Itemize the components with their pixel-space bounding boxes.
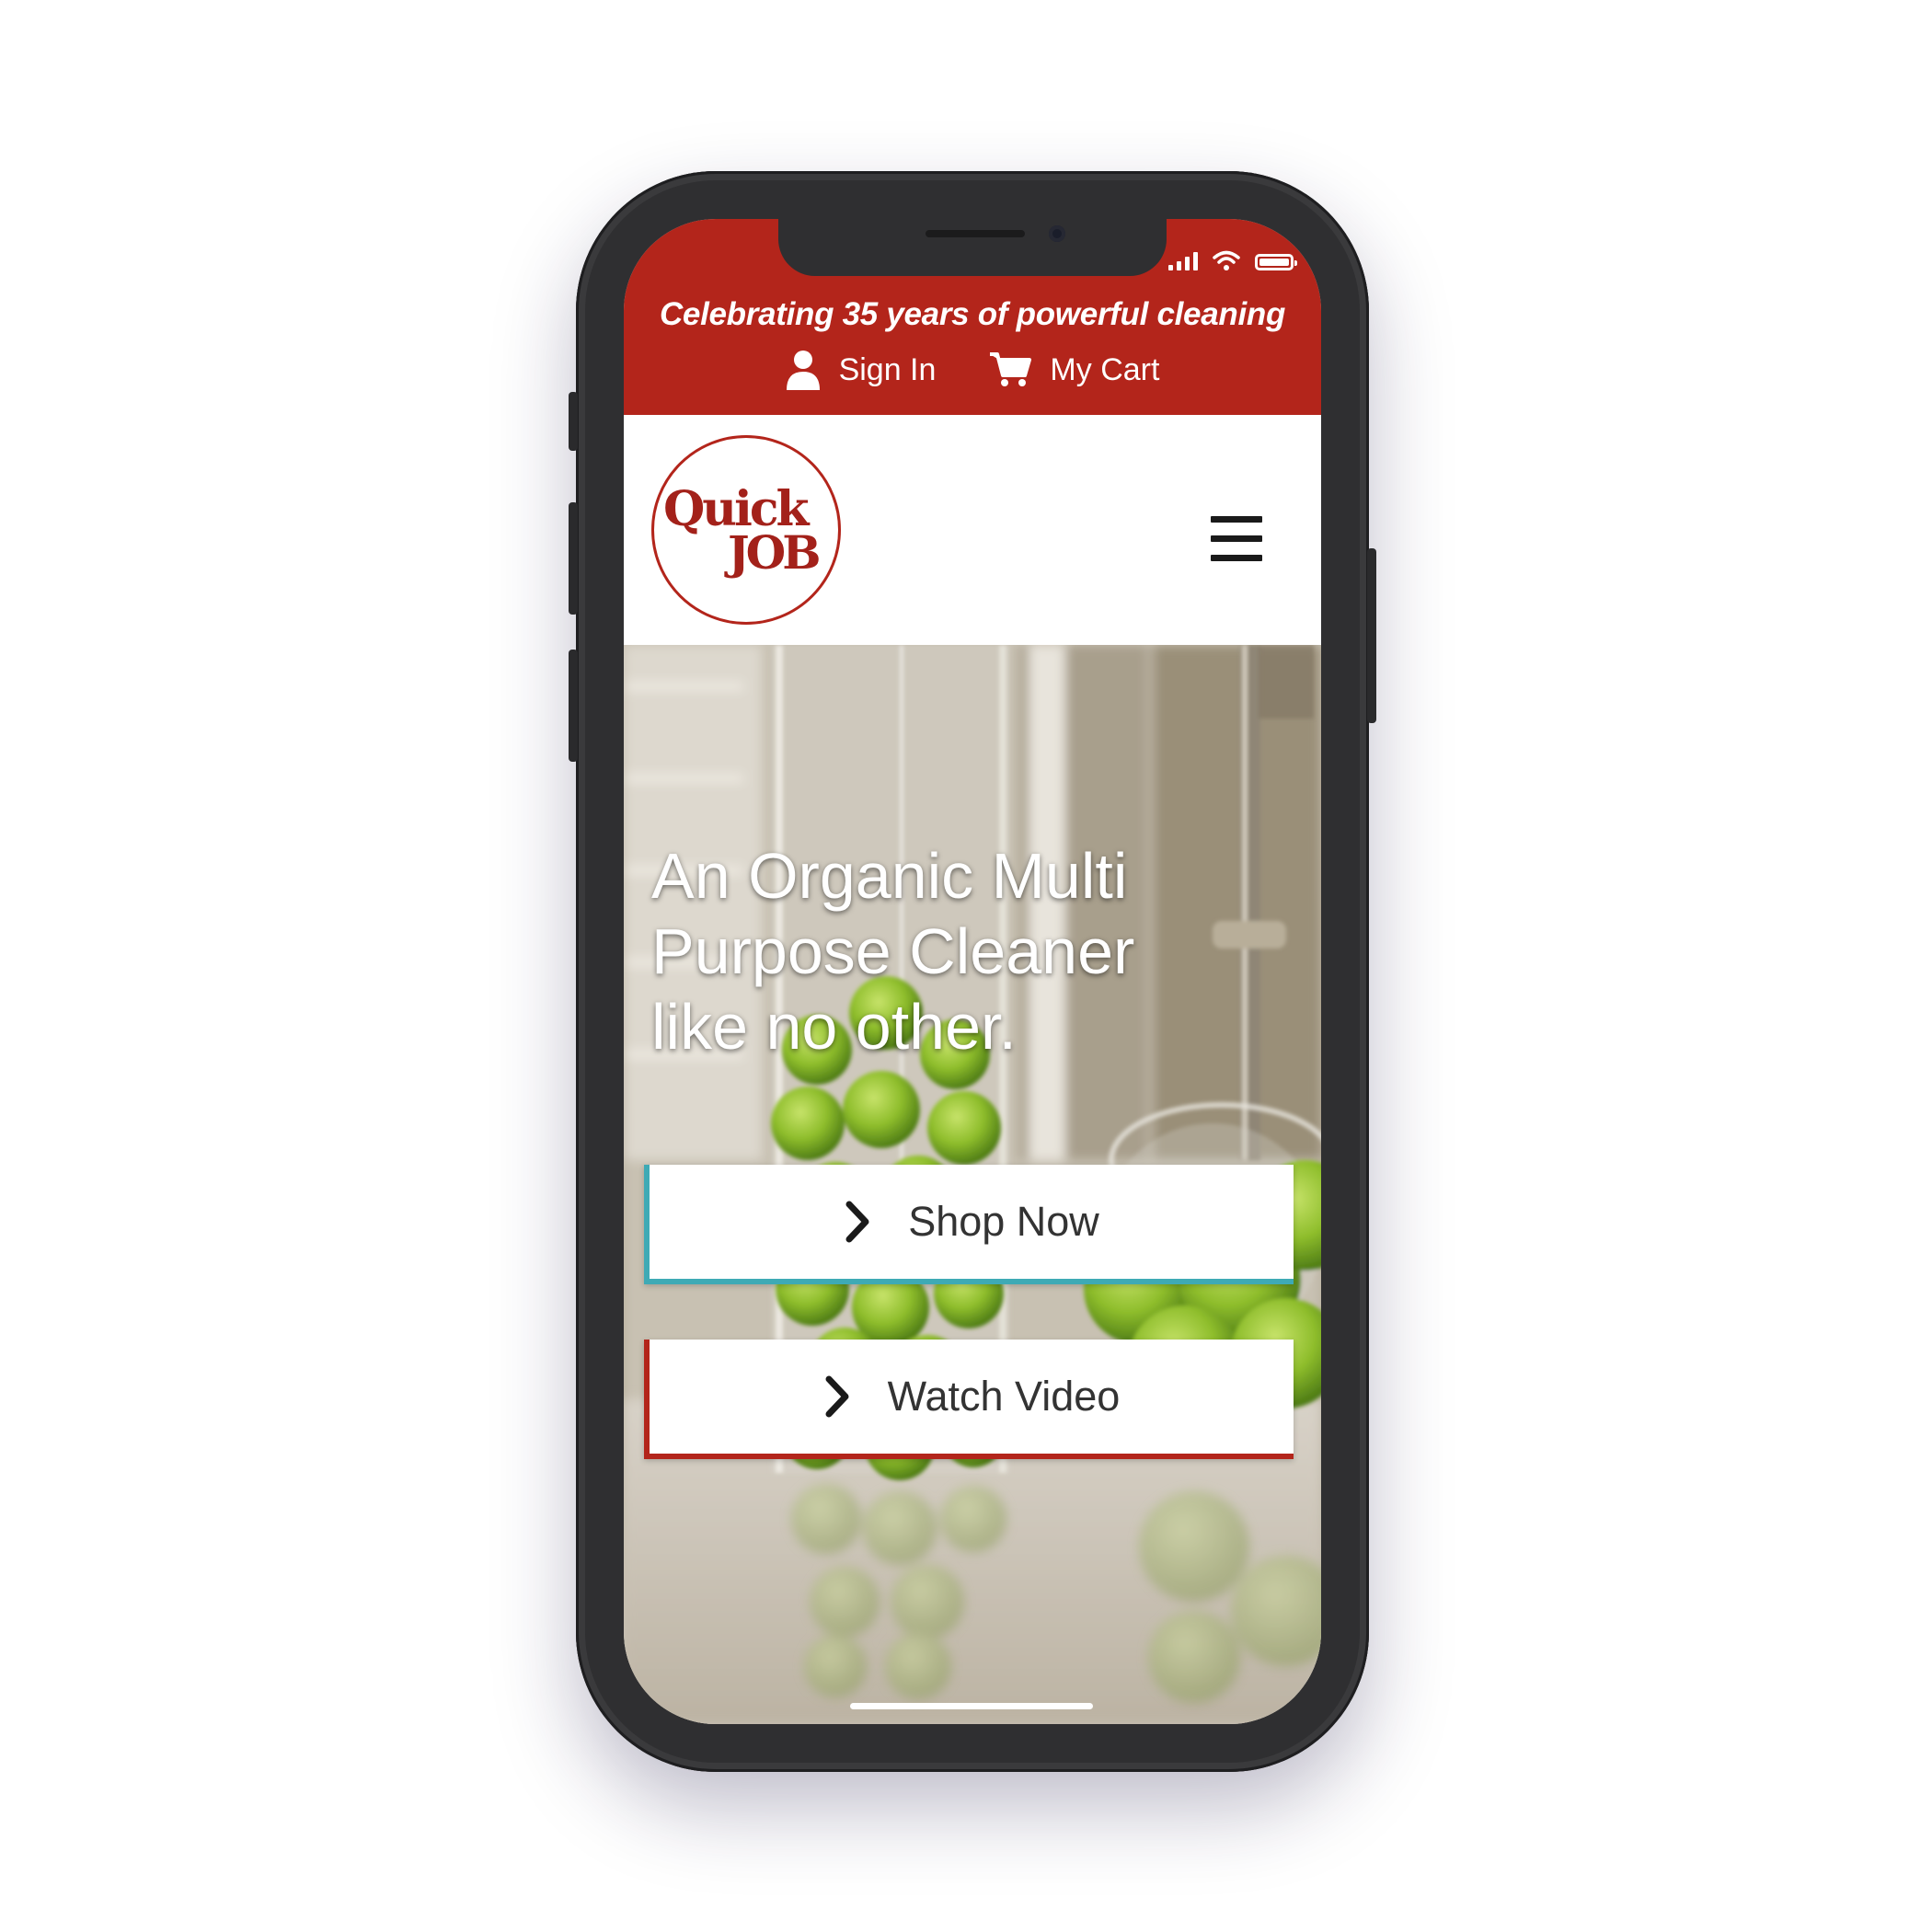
quickjob-logo[interactable]: Quick JOB [651, 435, 841, 625]
hero-section: An Organic Multi Purpose Cleaner like no… [624, 645, 1321, 1724]
speaker-grille [926, 230, 1025, 237]
chevron-right-icon [825, 1375, 849, 1418]
sign-in-link[interactable]: Sign In [786, 350, 937, 390]
phone-screen: Celebrating 35 years of powerful cleanin… [624, 219, 1321, 1724]
account-links: Sign In My Cart [624, 350, 1321, 390]
user-icon [786, 351, 820, 390]
cart-icon [990, 352, 1032, 386]
battery-icon [1255, 254, 1297, 270]
power-button [1367, 548, 1376, 723]
signal-icon [1168, 252, 1198, 270]
home-indicator[interactable] [850, 1703, 1093, 1709]
watch-video-button[interactable]: Watch Video [644, 1340, 1294, 1459]
front-camera [1049, 225, 1065, 242]
shop-now-label: Shop Now [908, 1198, 1099, 1245]
notch [778, 219, 1167, 276]
hamburger-icon[interactable] [1211, 516, 1262, 562]
site-header: Quick JOB [624, 415, 1321, 645]
sign-in-label: Sign In [838, 351, 937, 387]
volume-up-button [569, 502, 578, 615]
shop-now-button[interactable]: Shop Now [644, 1165, 1294, 1284]
tagline: Celebrating 35 years of powerful cleanin… [659, 296, 1286, 332]
my-cart-label: My Cart [1050, 351, 1160, 387]
chevron-right-icon [845, 1201, 869, 1243]
watch-video-label: Watch Video [887, 1373, 1121, 1420]
hero-headline: An Organic Multi Purpose Cleaner like no… [651, 840, 1135, 1063]
wifi-icon [1213, 250, 1240, 270]
logo-text-job: JOB [728, 525, 822, 580]
status-bar [1168, 250, 1297, 270]
my-cart-link[interactable]: My Cart [989, 351, 1159, 388]
phone-frame: Celebrating 35 years of powerful cleanin… [569, 171, 1376, 1772]
volume-down-button [569, 650, 578, 762]
mute-switch [569, 392, 578, 451]
